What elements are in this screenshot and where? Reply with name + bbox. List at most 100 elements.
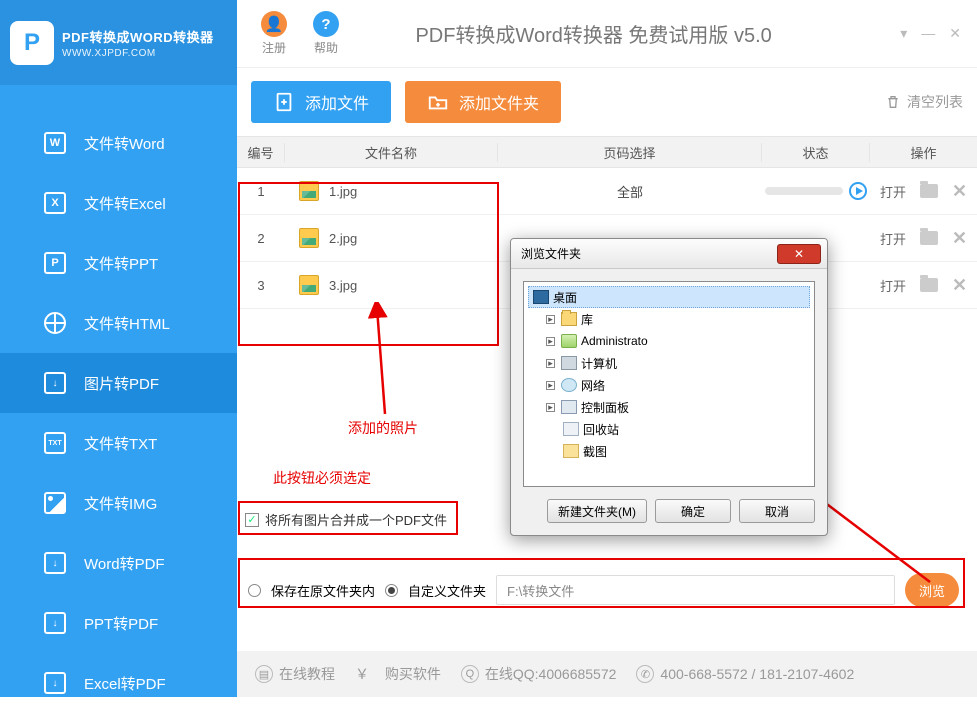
folder-plus-icon [427, 91, 449, 113]
open-folder-icon[interactable] [920, 231, 938, 245]
progress-bar [765, 187, 843, 195]
nav-label: 文件转IMG [84, 493, 157, 514]
table-row[interactable]: 1 1.jpg 全部 打开✕ [237, 168, 977, 215]
tree-library[interactable]: ▸库 [528, 308, 810, 330]
pdf-icon: ↓ [44, 372, 66, 394]
col-page: 页码选择 [498, 143, 762, 162]
open-button[interactable]: 打开 [880, 182, 906, 201]
footer: ▤在线教程 ￥ 购买软件 Q在线QQ:4006685572 ✆400-668-5… [237, 651, 977, 697]
tutorial-link[interactable]: ▤在线教程 [255, 664, 335, 684]
add-folder-button[interactable]: 添加文件夹 [405, 81, 561, 123]
txt-icon: TXT [44, 432, 66, 454]
expand-icon[interactable]: ▸ [546, 403, 555, 412]
nav-excel-to-pdf[interactable]: ↓Excel转PDF [0, 653, 237, 713]
add-file-button[interactable]: 添加文件 [251, 81, 391, 123]
logo-area: P PDF转换成WORD转换器 WWW.XJPDF.COM [0, 0, 237, 85]
tree-admin[interactable]: ▸Administrato [528, 330, 810, 352]
merge-checkbox[interactable]: ✓ [245, 513, 259, 527]
tree-network[interactable]: ▸网络 [528, 374, 810, 396]
radio-same-folder[interactable] [248, 584, 261, 597]
image-file-icon [299, 181, 319, 201]
network-icon [561, 378, 577, 392]
nav-file-to-excel[interactable]: X文件转Excel [0, 173, 237, 233]
trash-icon [885, 94, 901, 110]
tree-computer[interactable]: ▸计算机 [528, 352, 810, 374]
cell-page: 全部 [498, 182, 762, 201]
remove-icon[interactable]: ✕ [952, 228, 967, 249]
library-icon [561, 312, 577, 326]
buy-link[interactable]: ￥ 购买软件 [355, 664, 441, 684]
tree-recycle-bin[interactable]: 回收站 [528, 418, 810, 440]
dialog-close-button[interactable]: ✕ [777, 244, 821, 264]
register-button[interactable]: 👤 注册 [253, 7, 295, 60]
browse-button[interactable]: 浏览 [905, 573, 959, 607]
nav-file-to-img[interactable]: 文件转IMG [0, 473, 237, 533]
nav-img-to-pdf[interactable]: ↓图片转PDF [0, 353, 237, 413]
folder-tree[interactable]: 桌面 ▸库 ▸Administrato ▸计算机 ▸网络 ▸控制面板 回收站 截… [523, 281, 815, 487]
desktop-icon [533, 290, 549, 304]
new-folder-button[interactable]: 新建文件夹(M) [547, 499, 647, 523]
tree-desktop[interactable]: 桌面 [528, 286, 810, 308]
tree-screenshot[interactable]: 截图 [528, 440, 810, 462]
app-title: PDF转换成Word转换器 免费试用版 v5.0 [357, 19, 890, 48]
open-button[interactable]: 打开 [880, 229, 906, 248]
cell-index: 2 [237, 231, 285, 246]
cancel-button[interactable]: 取消 [739, 499, 815, 523]
nav-ppt-to-pdf[interactable]: ↓PPT转PDF [0, 593, 237, 653]
open-button[interactable]: 打开 [880, 276, 906, 295]
clear-list-button[interactable]: 清空列表 [885, 92, 963, 112]
computer-icon [561, 356, 577, 370]
image-file-icon [299, 275, 319, 295]
radio-same-label: 保存在原文件夹内 [271, 581, 375, 600]
radio-custom-folder[interactable] [385, 584, 398, 597]
pdf-icon: ↓ [44, 552, 66, 574]
user-folder-icon [561, 334, 577, 348]
expand-icon[interactable]: ▸ [546, 337, 555, 346]
recycle-bin-icon [563, 422, 579, 436]
close-icon[interactable]: ✕ [949, 25, 961, 42]
path-input[interactable] [496, 575, 895, 605]
play-icon[interactable] [849, 182, 867, 200]
qq-link[interactable]: Q在线QQ:4006685572 [461, 664, 617, 684]
logo-subtitle: WWW.XJPDF.COM [62, 48, 214, 59]
nav-file-to-txt[interactable]: TXT文件转TXT [0, 413, 237, 473]
ok-button[interactable]: 确定 [655, 499, 731, 523]
toolbar: 添加文件 添加文件夹 清空列表 [237, 68, 977, 136]
remove-icon[interactable]: ✕ [952, 181, 967, 202]
pdf-icon: ↓ [44, 612, 66, 634]
merge-label: 将所有图片合并成一个PDF文件 [265, 510, 447, 529]
tree-control-panel[interactable]: ▸控制面板 [528, 396, 810, 418]
nav-label: Excel转PDF [84, 673, 166, 694]
ppt-icon: P [44, 252, 66, 274]
file-plus-icon [273, 91, 295, 113]
help-button[interactable]: ? 帮助 [305, 7, 347, 60]
expand-icon[interactable]: ▸ [546, 381, 555, 390]
merge-row: ✓ 将所有图片合并成一个PDF文件 [245, 510, 447, 529]
globe-icon [44, 312, 66, 334]
remove-icon[interactable]: ✕ [952, 275, 967, 296]
cell-status [762, 182, 870, 200]
nav-file-to-html[interactable]: 文件转HTML [0, 293, 237, 353]
nav-file-to-ppt[interactable]: P文件转PPT [0, 233, 237, 293]
minimize-icon[interactable]: — [921, 25, 935, 42]
help-icon: ? [313, 11, 339, 37]
nav-label: Word转PDF [84, 553, 165, 574]
excel-icon: X [44, 192, 66, 214]
open-folder-icon[interactable] [920, 278, 938, 292]
user-icon: 👤 [261, 11, 287, 37]
browse-folder-dialog: 浏览文件夹 ✕ 桌面 ▸库 ▸Administrato ▸计算机 ▸网络 ▸控制… [510, 238, 828, 536]
expand-icon[interactable]: ▸ [546, 315, 555, 324]
table-header: 编号 文件名称 页码选择 状态 操作 [237, 136, 977, 168]
nav-label: 文件转HTML [84, 313, 170, 334]
nav-file-to-word[interactable]: W文件转Word [0, 113, 237, 173]
nav-word-to-pdf[interactable]: ↓ Word转PDF [0, 533, 237, 593]
titlebar: 👤 注册 ? 帮助 PDF转换成Word转换器 免费试用版 v5.0 ▾ — ✕ [237, 0, 977, 68]
nav: W文件转Word X文件转Excel P文件转PPT 文件转HTML ↓图片转P… [0, 85, 237, 713]
open-folder-icon[interactable] [920, 184, 938, 198]
book-icon: ▤ [255, 665, 273, 683]
expand-icon[interactable]: ▸ [546, 359, 555, 368]
col-index: 编号 [237, 143, 285, 162]
dialog-titlebar[interactable]: 浏览文件夹 ✕ [511, 239, 827, 269]
qq-icon: Q [461, 665, 479, 683]
dropdown-icon[interactable]: ▾ [900, 25, 907, 42]
